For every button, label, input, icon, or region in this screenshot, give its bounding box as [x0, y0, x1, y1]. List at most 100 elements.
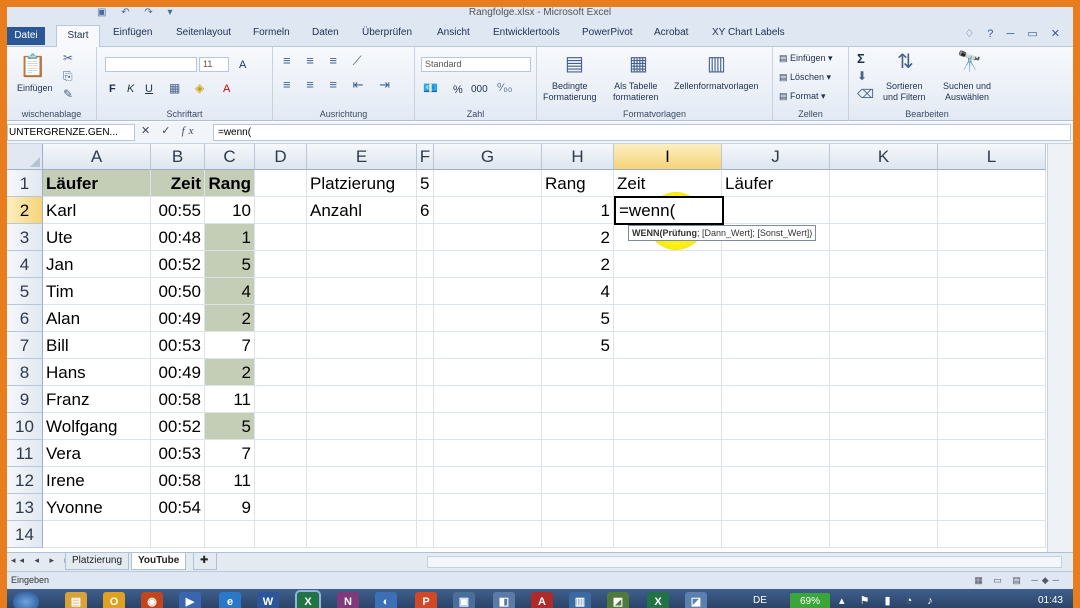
grid-cell[interactable]	[938, 305, 1046, 332]
column-header-k[interactable]: K	[830, 144, 938, 170]
runner-time-cell[interactable]: 00:52	[151, 413, 205, 440]
cell-styles-icon[interactable]: ▥	[707, 51, 726, 76]
underline-button[interactable]: U	[145, 83, 153, 95]
grid-cell[interactable]	[417, 251, 434, 278]
runner-rank-cell[interactable]: 1	[205, 224, 255, 251]
runner-time-cell[interactable]: 00:58	[151, 386, 205, 413]
row-header-3[interactable]: 3	[7, 224, 43, 251]
row-header-2[interactable]: 2	[7, 197, 43, 224]
sort-filter-button[interactable]: Sortieren und Filtern	[883, 81, 926, 103]
grid-cell[interactable]	[255, 332, 307, 359]
grid-cell[interactable]	[151, 521, 205, 548]
column-header-h[interactable]: H	[542, 144, 614, 170]
result-rank-cell[interactable]: 2	[542, 251, 614, 278]
column-header-e[interactable]: E	[307, 144, 417, 170]
grid-cell[interactable]	[938, 467, 1046, 494]
fill-color-icon[interactable]: ◈	[195, 81, 204, 95]
row-header-8[interactable]: 8	[7, 359, 43, 386]
runner-time-cell[interactable]: 00:53	[151, 332, 205, 359]
grid-cell[interactable]	[722, 305, 830, 332]
format-as-table-button[interactable]: Als Tabelle formatieren	[613, 81, 659, 103]
grid-cell[interactable]	[614, 251, 722, 278]
grid-cell[interactable]	[830, 359, 938, 386]
tab-insert[interactable]: Einfügen	[113, 27, 152, 38]
player-icon[interactable]: ▶	[179, 592, 201, 608]
grid-cell[interactable]	[307, 386, 417, 413]
grid-cell[interactable]	[434, 251, 542, 278]
format-cells-button[interactable]: ▤ Format ▾	[779, 91, 826, 102]
battery-indicator[interactable]: 69%	[790, 593, 830, 608]
grid-cell[interactable]	[307, 413, 417, 440]
language-indicator[interactable]: DE	[753, 595, 767, 606]
sheet-tab-platzierung[interactable]: Platzierung	[65, 553, 130, 570]
view-zoom-controls[interactable]: ▦ ▭ ▤ ─◆─	[974, 572, 1063, 588]
clear-icon[interactable]: ⌫	[857, 87, 874, 101]
grid-cell[interactable]	[434, 170, 542, 197]
sheet-tab-youtube[interactable]: YouTube	[131, 553, 187, 570]
row-header-10[interactable]: 10	[7, 413, 43, 440]
format-as-table-icon[interactable]: ▦	[629, 51, 648, 76]
row-header-12[interactable]: 12	[7, 467, 43, 494]
cancel-icon[interactable]: ✕	[141, 125, 154, 137]
tool-icon[interactable]: ◧	[493, 592, 515, 608]
grid-cell[interactable]	[722, 521, 830, 548]
grid-cell[interactable]	[417, 278, 434, 305]
grid-cell[interactable]	[722, 251, 830, 278]
access-icon[interactable]: A	[531, 592, 553, 608]
grid-cell[interactable]	[255, 521, 307, 548]
grid-cell[interactable]	[417, 494, 434, 521]
grid-cell[interactable]	[417, 359, 434, 386]
grid-cell[interactable]	[614, 521, 722, 548]
runner-name-cell[interactable]: Vera	[43, 440, 151, 467]
grid-cell[interactable]	[938, 359, 1046, 386]
excel-icon[interactable]: X	[297, 592, 319, 608]
tab-review[interactable]: Überprüfen	[362, 27, 412, 38]
grid-cell[interactable]	[938, 386, 1046, 413]
runner-time-cell[interactable]: 00:50	[151, 278, 205, 305]
runner-name-cell[interactable]: Irene	[43, 467, 151, 494]
grid-cell[interactable]	[938, 521, 1046, 548]
align-horizontal-icons[interactable]: ≡ ≡ ≡ ⇤ ⇥	[283, 77, 396, 93]
runner-name-cell[interactable]: Bill	[43, 332, 151, 359]
grid-cell[interactable]	[830, 413, 938, 440]
placement-value-cell[interactable]: 5	[417, 170, 434, 197]
grid-cell[interactable]	[307, 332, 417, 359]
grid-cell[interactable]	[830, 467, 938, 494]
grid-cell[interactable]	[542, 467, 614, 494]
border-icon[interactable]: ▦	[169, 81, 180, 95]
tab-data[interactable]: Daten	[312, 27, 339, 38]
vertical-scrollbar[interactable]	[1047, 144, 1073, 552]
runner-time-cell[interactable]: 00:49	[151, 359, 205, 386]
help-and-window-controls[interactable]: ♢ ? ─ ▭ ✕	[964, 27, 1065, 40]
ie-window-icon[interactable]: ◐	[375, 592, 397, 608]
grid-cell[interactable]	[434, 521, 542, 548]
grid-cell[interactable]	[205, 521, 255, 548]
runner-name-cell[interactable]: Yvonne	[43, 494, 151, 521]
insert-cells-button[interactable]: ▤ Einfügen ▾	[779, 53, 833, 64]
format-painter-icon[interactable]: ✎	[63, 87, 73, 101]
tray-icons[interactable]: ▴ ⚑ ▮ ◔ ♪	[839, 594, 939, 607]
grid-cell[interactable]	[307, 440, 417, 467]
grid-cell[interactable]	[434, 224, 542, 251]
grid-cell[interactable]	[722, 278, 830, 305]
grid-cell[interactable]	[830, 224, 938, 251]
start-orb-icon[interactable]	[13, 592, 39, 608]
internet-explorer-icon[interactable]: e	[219, 592, 241, 608]
result-rank-cell[interactable]: 2	[542, 224, 614, 251]
grid-cell[interactable]	[417, 440, 434, 467]
column-header-j[interactable]: J	[722, 144, 830, 170]
runner-name-cell[interactable]: Hans	[43, 359, 151, 386]
grid-cell[interactable]	[614, 305, 722, 332]
grid-cell[interactable]	[307, 305, 417, 332]
column-header-g[interactable]: G	[434, 144, 542, 170]
placement-label-cell[interactable]: Platzierung	[307, 170, 417, 197]
grid-cell[interactable]	[614, 359, 722, 386]
outlook-icon[interactable]: O	[103, 592, 125, 608]
grid-cell[interactable]	[417, 305, 434, 332]
grow-font-button[interactable]: A	[239, 59, 246, 71]
tab-developer[interactable]: Entwicklertools	[493, 27, 560, 38]
runner-name-cell[interactable]: Tim	[43, 278, 151, 305]
tab-xy-chart-labels[interactable]: XY Chart Labels	[712, 27, 785, 38]
row-header-14[interactable]: 14	[7, 521, 43, 548]
runner-name-cell[interactable]: Karl	[43, 197, 151, 224]
